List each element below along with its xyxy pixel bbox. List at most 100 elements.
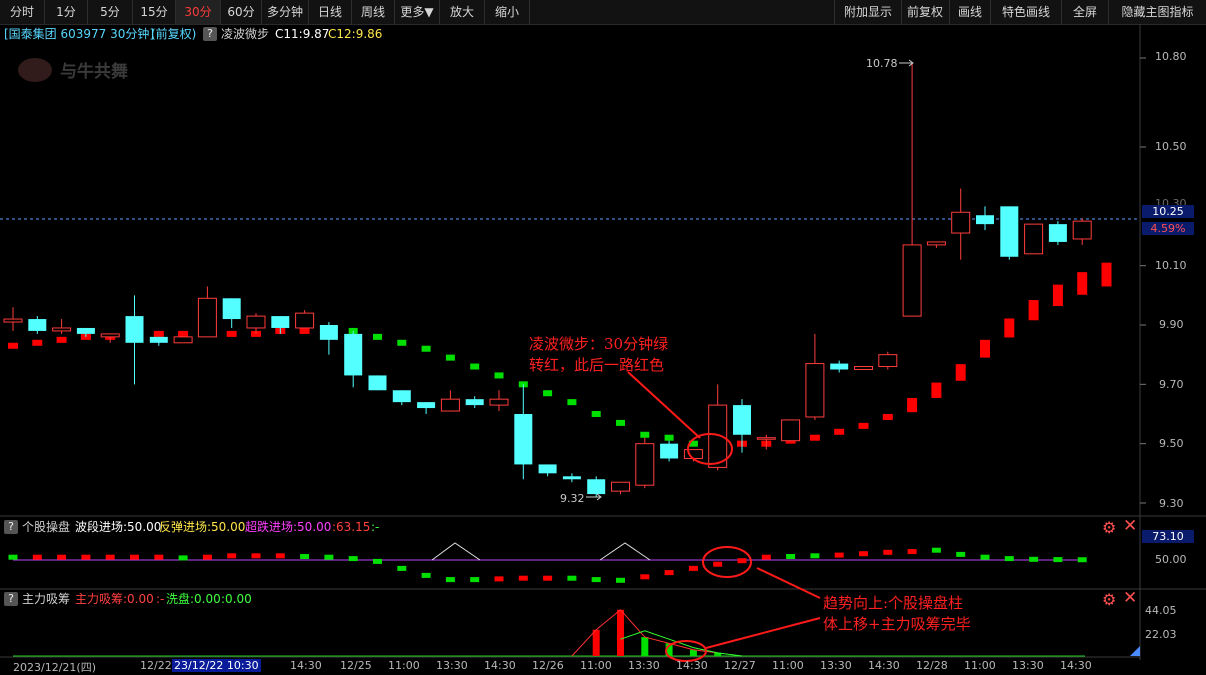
signal-bar: [494, 372, 504, 379]
panel2-bar: [616, 577, 625, 583]
panel2-bar: [494, 576, 504, 582]
candle-body: [660, 443, 679, 459]
candle-body: [392, 390, 411, 403]
settings-icon[interactable]: ⚙: [1102, 520, 1116, 536]
annotation-2: 趋势向上:个股操盘柱 体上移+主力吸筹完毕: [823, 593, 971, 635]
panel2-bar: [8, 554, 18, 560]
candle-body: [368, 375, 387, 391]
panel2-bar: [373, 558, 382, 564]
panel2-bar: [300, 554, 310, 559]
annotation-2-line1: 趋势向上:个股操盘柱: [823, 594, 964, 612]
time-label: 12/25: [340, 659, 372, 672]
candle-body: [781, 419, 801, 442]
time-label: 14:30: [290, 659, 322, 672]
candle-body: [52, 327, 72, 332]
question-icon[interactable]: ?: [203, 27, 217, 41]
panel2-bar: [640, 574, 650, 580]
panel3-value: :0.00: [221, 592, 252, 606]
signal-bar: [1077, 272, 1088, 295]
close-icon[interactable]: ✕: [1123, 590, 1137, 607]
panel3-bar: [641, 637, 649, 656]
candle-body: [951, 211, 971, 234]
candle-body: [295, 312, 315, 329]
adjust-label: (前复权): [151, 27, 197, 41]
annotation-2-line2: 体上移+主力吸筹完毕: [823, 615, 971, 633]
candle-body: [926, 241, 946, 246]
time-label: 23/12/22 10:30: [172, 659, 261, 672]
candle-body: [756, 437, 776, 440]
indicator-name[interactable]: 凌波微步: [221, 27, 269, 41]
time-label: 13:30: [436, 659, 468, 672]
panel2-bar: [397, 565, 407, 571]
panel2-bar: [154, 554, 164, 560]
candle-body: [100, 333, 120, 338]
panel2-bar: [57, 554, 67, 560]
candle-body: [271, 316, 290, 328]
question-icon[interactable]: ?: [4, 520, 18, 534]
panel2-bar: [713, 561, 723, 567]
candle-body: [440, 398, 460, 412]
panel3-wash: 洗盘:0.00: [166, 592, 221, 606]
panel2-oversold-entry: 超跌进场:50.00: [245, 520, 332, 534]
time-label: 12/28: [916, 659, 948, 672]
candle-body: [587, 479, 606, 495]
signal-bar: [32, 339, 43, 346]
signal-bar: [834, 428, 845, 435]
panel2-bar: [32, 554, 42, 560]
panel2-rebound-entry: 反弹进场:50.00: [159, 520, 246, 534]
candle-body: [611, 481, 630, 492]
time-label: 14:30: [484, 659, 516, 672]
signal-bar: [1004, 318, 1015, 338]
candle-body: [635, 443, 655, 486]
signal-bar: [567, 399, 577, 406]
time-label: 14:30: [1060, 659, 1092, 672]
watermark-text: 与牛共舞: [60, 62, 128, 82]
signal-bar: [1101, 262, 1112, 287]
panel2-bar: [421, 572, 431, 578]
candle-body: [733, 405, 751, 435]
signal-bar: [226, 330, 237, 337]
time-label: 12/26: [532, 659, 564, 672]
candle-body: [125, 316, 144, 343]
candle-body: [173, 336, 193, 344]
candle-body: [417, 402, 436, 409]
time-label: 2023/12/21(四): [13, 661, 96, 674]
signal-bar: [543, 390, 553, 397]
annotation-arrow: [627, 371, 701, 439]
signal-bar: [858, 422, 869, 429]
panel2-bar: [591, 577, 601, 583]
panel2-bar: [1029, 556, 1039, 562]
panel2-bar: [324, 554, 334, 560]
candle-body: [28, 319, 47, 331]
annotation-1: 凌波微步：30分钟绿 转红，此后一路红色: [529, 334, 668, 376]
signal-bar: [153, 330, 164, 337]
bull-logo-icon: [18, 58, 52, 82]
candle-body: [149, 336, 168, 343]
panel3-name[interactable]: 主力吸筹: [22, 592, 70, 606]
panel2-bar: [130, 554, 139, 560]
close-icon[interactable]: ✕: [1123, 518, 1137, 535]
settings-icon[interactable]: ⚙: [1102, 592, 1116, 608]
panel2-name[interactable]: 个股操盘: [22, 520, 70, 534]
annotation-arrow: [705, 617, 821, 649]
panel3-axis-tick: 22.03: [1145, 628, 1177, 641]
time-label: 11:00: [772, 659, 804, 672]
panel2-bar: [227, 553, 237, 559]
candle-body: [562, 476, 581, 480]
price-tick: 10.10: [1155, 259, 1187, 272]
panel2-bar: [251, 553, 261, 559]
signal-bar: [373, 333, 382, 340]
candle-body: [854, 366, 873, 370]
candle-body: [902, 244, 922, 317]
panel2-axis-badge: 73.10: [1142, 530, 1194, 543]
signal-bar: [955, 364, 966, 381]
panel2-value2: :-: [371, 520, 380, 534]
panel2-value: :63.15: [332, 520, 371, 534]
panel2-bar: [956, 551, 966, 557]
candle-body: [514, 413, 533, 465]
question-icon[interactable]: ?: [4, 592, 18, 606]
panel2-bar: [1004, 556, 1014, 562]
signal-bar: [664, 434, 674, 441]
current-price-badge: 10.25: [1142, 205, 1194, 218]
time-label: 13:30: [1012, 659, 1044, 672]
